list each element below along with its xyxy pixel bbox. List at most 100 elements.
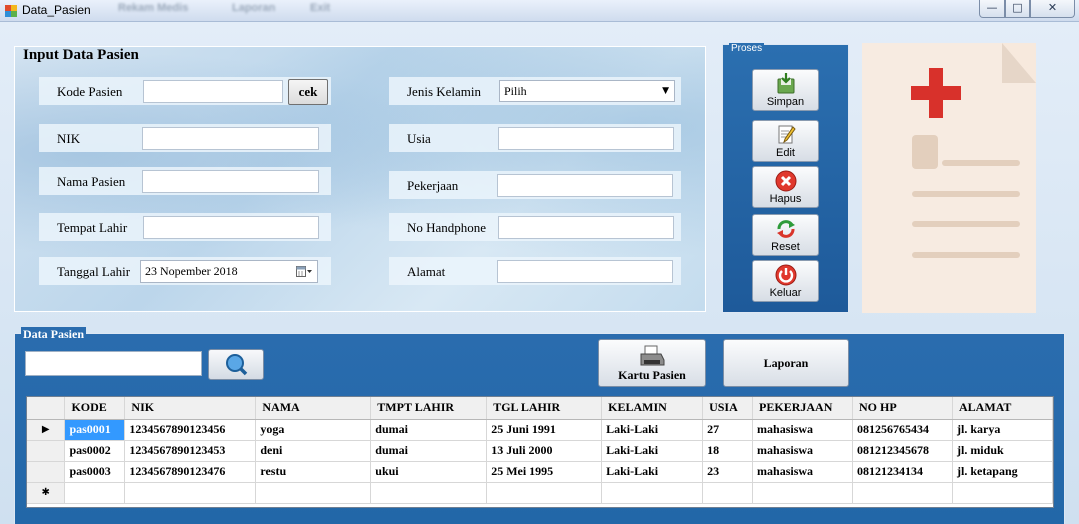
table-cell[interactable]: jl. ketapang — [952, 461, 1054, 483]
tanggal-lahir-datepicker[interactable]: 23 Nopember 2018 — [140, 260, 318, 283]
table-cell[interactable]: ukui — [370, 461, 488, 483]
menu-item-exit[interactable]: Exit — [310, 2, 330, 14]
table-cell[interactable] — [702, 482, 754, 504]
table-cell[interactable] — [255, 482, 372, 504]
jenis-kelamin-select[interactable]: Pilih ▼ — [499, 80, 675, 102]
input-data-pasien-group: Input Data Pasien Kode Pasien cek NIK Na… — [14, 46, 706, 312]
table-cell[interactable]: pas0001 — [64, 419, 126, 441]
row-header[interactable] — [27, 440, 66, 462]
tanggal-lahir-value: 23 Nopember 2018 — [145, 264, 238, 278]
new-row[interactable]: ✱ — [27, 482, 1054, 504]
column-header-nama[interactable]: NAMA — [255, 397, 372, 420]
table-cell[interactable]: deni — [255, 440, 372, 462]
table-cell[interactable] — [852, 482, 953, 504]
current-row-marker-icon[interactable]: ▶ — [27, 419, 66, 441]
table-cell[interactable]: 1234567890123476 — [124, 461, 257, 483]
table-cell[interactable]: 1234567890123453 — [124, 440, 257, 462]
table-cell[interactable]: Laki-Laki — [601, 419, 704, 441]
table-cell[interactable]: mahasiswa — [752, 461, 854, 483]
reset-button[interactable]: Reset — [752, 214, 819, 256]
data-panel-title: Data Pasien — [21, 327, 86, 342]
column-header-tmpt-lahir[interactable]: TMPT LAHIR — [370, 397, 488, 420]
close-button[interactable]: ✕ — [1030, 0, 1075, 18]
table-cell[interactable]: jl. karya — [952, 419, 1054, 441]
table-cell[interactable]: Laki-Laki — [601, 461, 704, 483]
search-input[interactable] — [25, 351, 202, 376]
table-cell[interactable]: 27 — [702, 419, 754, 441]
new-row-marker-icon[interactable]: ✱ — [27, 482, 66, 504]
table-cell[interactable]: 25 Juni 1991 — [486, 419, 603, 441]
table-cell[interactable]: pas0002 — [64, 440, 126, 462]
no-handphone-input[interactable] — [498, 216, 674, 239]
table-cell[interactable]: 081212345678 — [852, 440, 953, 462]
power-icon — [775, 264, 797, 286]
calendar-dropdown-icon[interactable] — [296, 265, 312, 279]
table-cell[interactable]: 23 — [702, 461, 754, 483]
simpan-button[interactable]: Simpan — [752, 69, 819, 111]
column-header-kode[interactable]: KODE — [64, 397, 126, 420]
table-cell[interactable]: pas0003 — [64, 461, 126, 483]
edit-label: Edit — [776, 147, 795, 159]
table-header-row: KODE NIK NAMA TMPT LAHIR TGL LAHIR KELAM… — [27, 397, 1054, 420]
menu-item-rekam-medis[interactable]: Rekam Medis — [118, 2, 188, 14]
alamat-input[interactable] — [497, 260, 673, 283]
nama-pasien-input[interactable] — [142, 170, 319, 193]
column-header-pekerjaan[interactable]: PEKERJAAN — [752, 397, 854, 420]
usia-row: Usia — [389, 124, 681, 152]
table-cell[interactable]: dumai — [370, 419, 488, 441]
keluar-button[interactable]: Keluar — [752, 260, 819, 302]
hapus-button[interactable]: Hapus — [752, 166, 819, 208]
table-cell[interactable]: 1234567890123456 — [124, 419, 257, 441]
table-row[interactable]: pas0003 1234567890123476 restu ukui 25 M… — [27, 461, 1054, 483]
column-header-tgl-lahir[interactable]: TGL LAHIR — [486, 397, 603, 420]
table-cell[interactable]: 25 Mei 1995 — [486, 461, 603, 483]
table-cell[interactable] — [486, 482, 603, 504]
table-cell[interactable] — [64, 482, 126, 504]
menu-item-laporan[interactable]: Laporan — [232, 2, 275, 14]
table-cell[interactable]: 13 Juli 2000 — [486, 440, 603, 462]
table-cell[interactable] — [952, 482, 1054, 504]
kartu-pasien-button[interactable]: Kartu Pasien — [598, 339, 706, 387]
column-header-alamat[interactable]: ALAMAT — [952, 397, 1054, 420]
reset-label: Reset — [771, 241, 800, 253]
table-cell[interactable]: mahasiswa — [752, 440, 854, 462]
edit-button[interactable]: Edit — [752, 120, 819, 162]
row-header[interactable] — [27, 461, 66, 483]
table-cell[interactable] — [752, 482, 854, 504]
medical-document-icon — [862, 43, 1036, 313]
table-cell[interactable]: dumai — [370, 440, 488, 462]
table-cell[interactable]: jl. miduk — [952, 440, 1054, 462]
maximize-button[interactable]: □ — [1005, 0, 1030, 18]
proses-title: Proses — [729, 43, 765, 54]
table-row[interactable]: pas0002 1234567890123453 deni dumai 13 J… — [27, 440, 1054, 462]
cek-button[interactable]: cek — [288, 79, 328, 105]
column-header-no-hp[interactable]: NO HP — [852, 397, 953, 420]
table-cell[interactable]: yoga — [255, 419, 372, 441]
chevron-down-icon[interactable]: ▼ — [662, 81, 669, 101]
column-header-kelamin[interactable]: KELAMIN — [601, 397, 704, 420]
table-cell[interactable]: mahasiswa — [752, 419, 854, 441]
usia-input[interactable] — [498, 127, 674, 150]
minimize-button[interactable]: — — [979, 0, 1005, 18]
table-cell[interactable] — [601, 482, 704, 504]
pekerjaan-input[interactable] — [497, 174, 673, 197]
nik-input[interactable] — [142, 127, 319, 150]
nik-label: NIK — [57, 131, 81, 146]
table-cell[interactable]: 081256765434 — [852, 419, 953, 441]
data-pasien-group: Data Pasien Kartu Pasien Laporan KODE NI… — [14, 327, 1065, 524]
table-cell[interactable] — [124, 482, 257, 504]
table-cell[interactable]: 18 — [702, 440, 754, 462]
data-pasien-grid[interactable]: KODE NIK NAMA TMPT LAHIR TGL LAHIR KELAM… — [26, 396, 1054, 508]
table-cell[interactable]: 08121234134 — [852, 461, 953, 483]
tempat-lahir-input[interactable] — [143, 216, 319, 239]
kode-pasien-input[interactable] — [143, 80, 283, 103]
table-cell[interactable] — [370, 482, 488, 504]
laporan-button[interactable]: Laporan — [723, 339, 849, 387]
table-row[interactable]: ▶ pas0001 1234567890123456 yoga dumai 25… — [27, 419, 1054, 441]
column-header-usia[interactable]: USIA — [702, 397, 754, 420]
column-header-nik[interactable]: NIK — [124, 397, 257, 420]
title-bar: Data_Pasien Rekam Medis Laporan Exit — □… — [0, 0, 1079, 22]
table-cell[interactable]: Laki-Laki — [601, 440, 704, 462]
table-cell[interactable]: restu — [255, 461, 372, 483]
search-button[interactable] — [208, 349, 264, 380]
